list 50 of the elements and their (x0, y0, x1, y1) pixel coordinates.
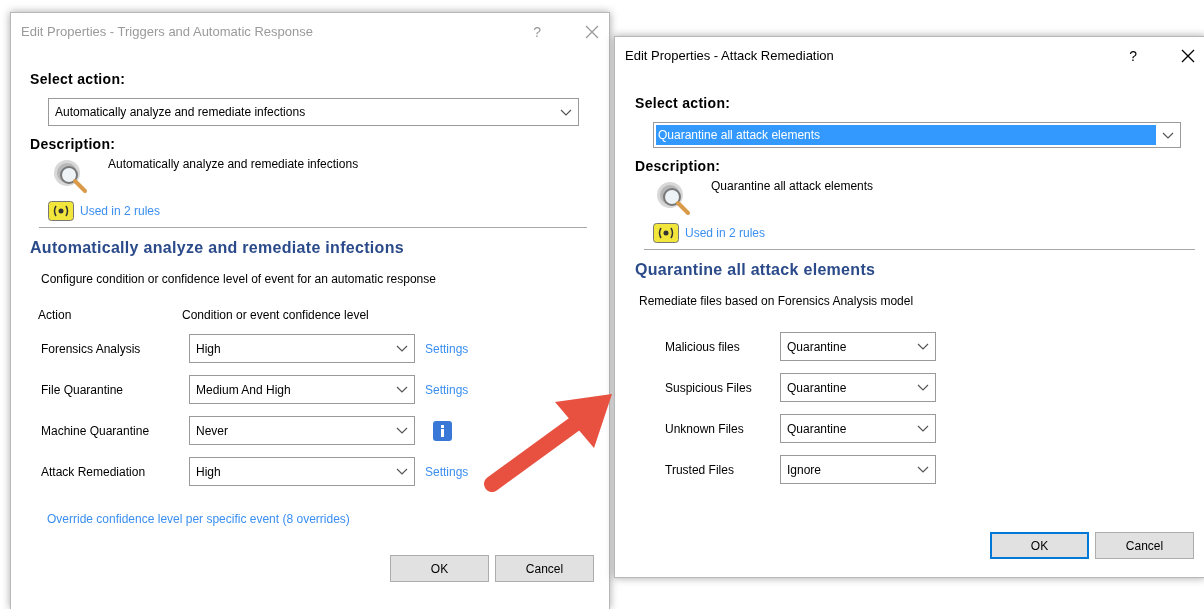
dropdown[interactable]: Ignore (780, 455, 936, 484)
row-label: Attack Remediation (41, 463, 147, 481)
dropdown[interactable]: High (189, 457, 415, 486)
section-heading: Quarantine all attack elements (635, 260, 877, 280)
row-label: Machine Quarantine (41, 422, 151, 440)
chevron-down-icon (396, 467, 408, 476)
close-icon[interactable] (1181, 49, 1195, 63)
chevron-down-icon (917, 424, 929, 433)
window-title: Edit Properties - Attack Remediation (625, 47, 835, 66)
row-label: Unknown Files (665, 420, 745, 438)
field-label: Description: (635, 157, 722, 176)
row-label: Trusted Files (665, 461, 735, 479)
chevron-down-icon (396, 344, 408, 353)
dropdown[interactable]: Quarantine (780, 414, 936, 443)
chevron-down-icon (396, 385, 408, 394)
field-label: Select action: (635, 94, 732, 113)
section-heading: Automatically analyze and remediate infections (30, 238, 405, 258)
field-label: Select action: (30, 70, 127, 89)
section-text: Configure condition or confidence level of event for an automatic response (41, 271, 437, 288)
info-icon (433, 420, 452, 441)
column-header: Action (38, 307, 73, 324)
dropdown[interactable]: Quarantine (780, 373, 936, 402)
chevron-down-icon (396, 426, 408, 435)
signal-badge-icon (48, 201, 74, 221)
dialog-button[interactable]: Cancel (495, 555, 594, 582)
chevron-down-icon (917, 342, 929, 351)
dropdown[interactable]: Medium And High (189, 375, 415, 404)
dropdown[interactable]: High (189, 334, 415, 363)
dropdown[interactable]: Never (189, 416, 415, 445)
row-label: Suspicious Files (665, 379, 753, 397)
row-label: File Quarantine (41, 381, 125, 399)
dialog-button[interactable]: OK (390, 555, 489, 582)
help-button[interactable]: ? (1129, 45, 1137, 67)
column-header: Condition or event confidence level (182, 307, 370, 324)
chevron-down-icon (560, 107, 572, 117)
description-text: Quarantine all attack elements (711, 178, 874, 195)
dialog-button[interactable]: Cancel (1095, 532, 1194, 559)
row-label: Malicious files (665, 338, 741, 356)
chevron-down-icon (917, 383, 929, 392)
dropdown[interactable]: Quarantine (780, 332, 936, 361)
description-text: Automatically analyze and remediate infections (108, 156, 359, 173)
chevron-down-icon (1162, 130, 1174, 140)
window-title: Edit Properties - Triggers and Automatic Response (21, 23, 314, 42)
chevron-down-icon (917, 465, 929, 474)
row-label: Forensics Analysis (41, 340, 142, 358)
dropdown[interactable]: Automatically analyze and remediate infections (48, 98, 579, 126)
dialog-button[interactable]: OK (990, 532, 1089, 559)
signal-badge-icon (653, 223, 679, 243)
field-label: Description: (30, 135, 117, 154)
section-text: Remediate files based on Forensics Analysis model (639, 293, 915, 310)
